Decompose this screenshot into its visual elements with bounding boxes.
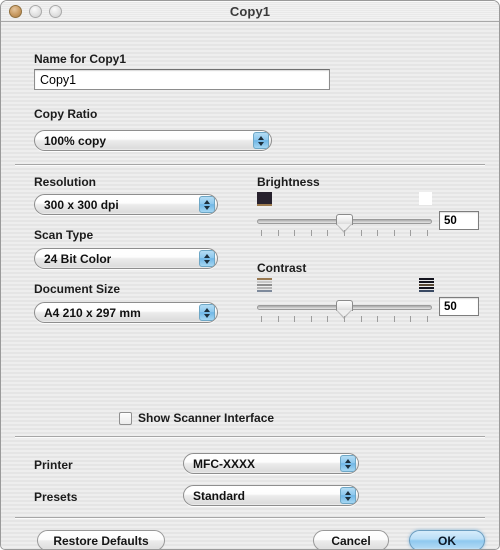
window-titlebar[interactable]: Copy1 [1,1,499,22]
ok-button[interactable]: OK [409,530,485,549]
document-size-label: Document Size [34,282,121,296]
name-field-label: Name for Copy1 [34,52,127,66]
printer-value-prefix: MFC- [193,456,223,471]
brightness-value-field[interactable]: 50 [439,211,479,230]
printer-value-suffix: XXXX [223,456,256,471]
chevron-updown-icon [340,455,356,472]
presets-label: Presets [34,490,78,504]
brightness-tick-marks [261,230,428,236]
contrast-tick-marks [261,316,428,322]
separator-middle [15,436,485,438]
separator-top [15,164,485,166]
scan-type-label: Scan Type [34,228,94,242]
copy-ratio-popup[interactable]: 100% copy [34,130,272,151]
cancel-button[interactable]: Cancel [313,530,389,549]
printer-label: Printer [34,458,73,472]
dialog-body: Name for Copy1 Copy1 Copy Ratio 100% cop… [1,22,499,549]
separator-bottom [15,517,485,519]
brightness-label: Brightness [257,175,320,189]
chevron-updown-icon [199,304,215,321]
show-scanner-interface-label: Show Scanner Interface [138,411,275,425]
document-size-popup[interactable]: A4 210 x 297 mm [34,302,218,323]
chevron-updown-icon [253,132,269,149]
document-size-value: A4 210 x 297 mm [44,305,141,320]
chevron-updown-icon [199,250,215,267]
show-scanner-interface-checkbox[interactable] [119,411,132,425]
scan-type-popup[interactable]: 24 Bit Color [34,248,218,269]
resolution-label: Resolution [34,175,96,189]
name-input[interactable]: Copy1 [34,69,330,90]
presets-popup[interactable]: Standard [183,485,359,506]
resolution-value: 300 x 300 dpi [44,197,119,212]
light-square-icon [419,192,432,205]
copy-ratio-value: 100% copy [44,133,107,148]
copy-settings-window: Copy1 Name for Copy1 Copy1 Copy Ratio 10… [0,0,500,550]
restore-defaults-button[interactable]: Restore Defaults [37,530,165,549]
copy-ratio-label: Copy Ratio [34,107,98,121]
dark-square-icon [257,192,272,206]
low-contrast-icon [257,278,272,292]
contrast-value-field[interactable]: 50 [439,297,479,316]
chevron-updown-icon [199,196,215,213]
show-scanner-interface-row[interactable]: Show Scanner Interface [119,411,274,425]
window-title: Copy1 [229,4,271,19]
scan-type-value: 24 Bit Color [44,251,112,266]
contrast-label: Contrast [257,261,307,275]
printer-value: MFC-XXXX [184,457,255,471]
high-contrast-icon [419,278,434,292]
resolution-popup[interactable]: 300 x 300 dpi [34,194,218,215]
presets-value: Standard [193,488,246,503]
printer-popup[interactable]: MFC-XXXX [183,453,359,474]
chevron-updown-icon [340,487,356,504]
